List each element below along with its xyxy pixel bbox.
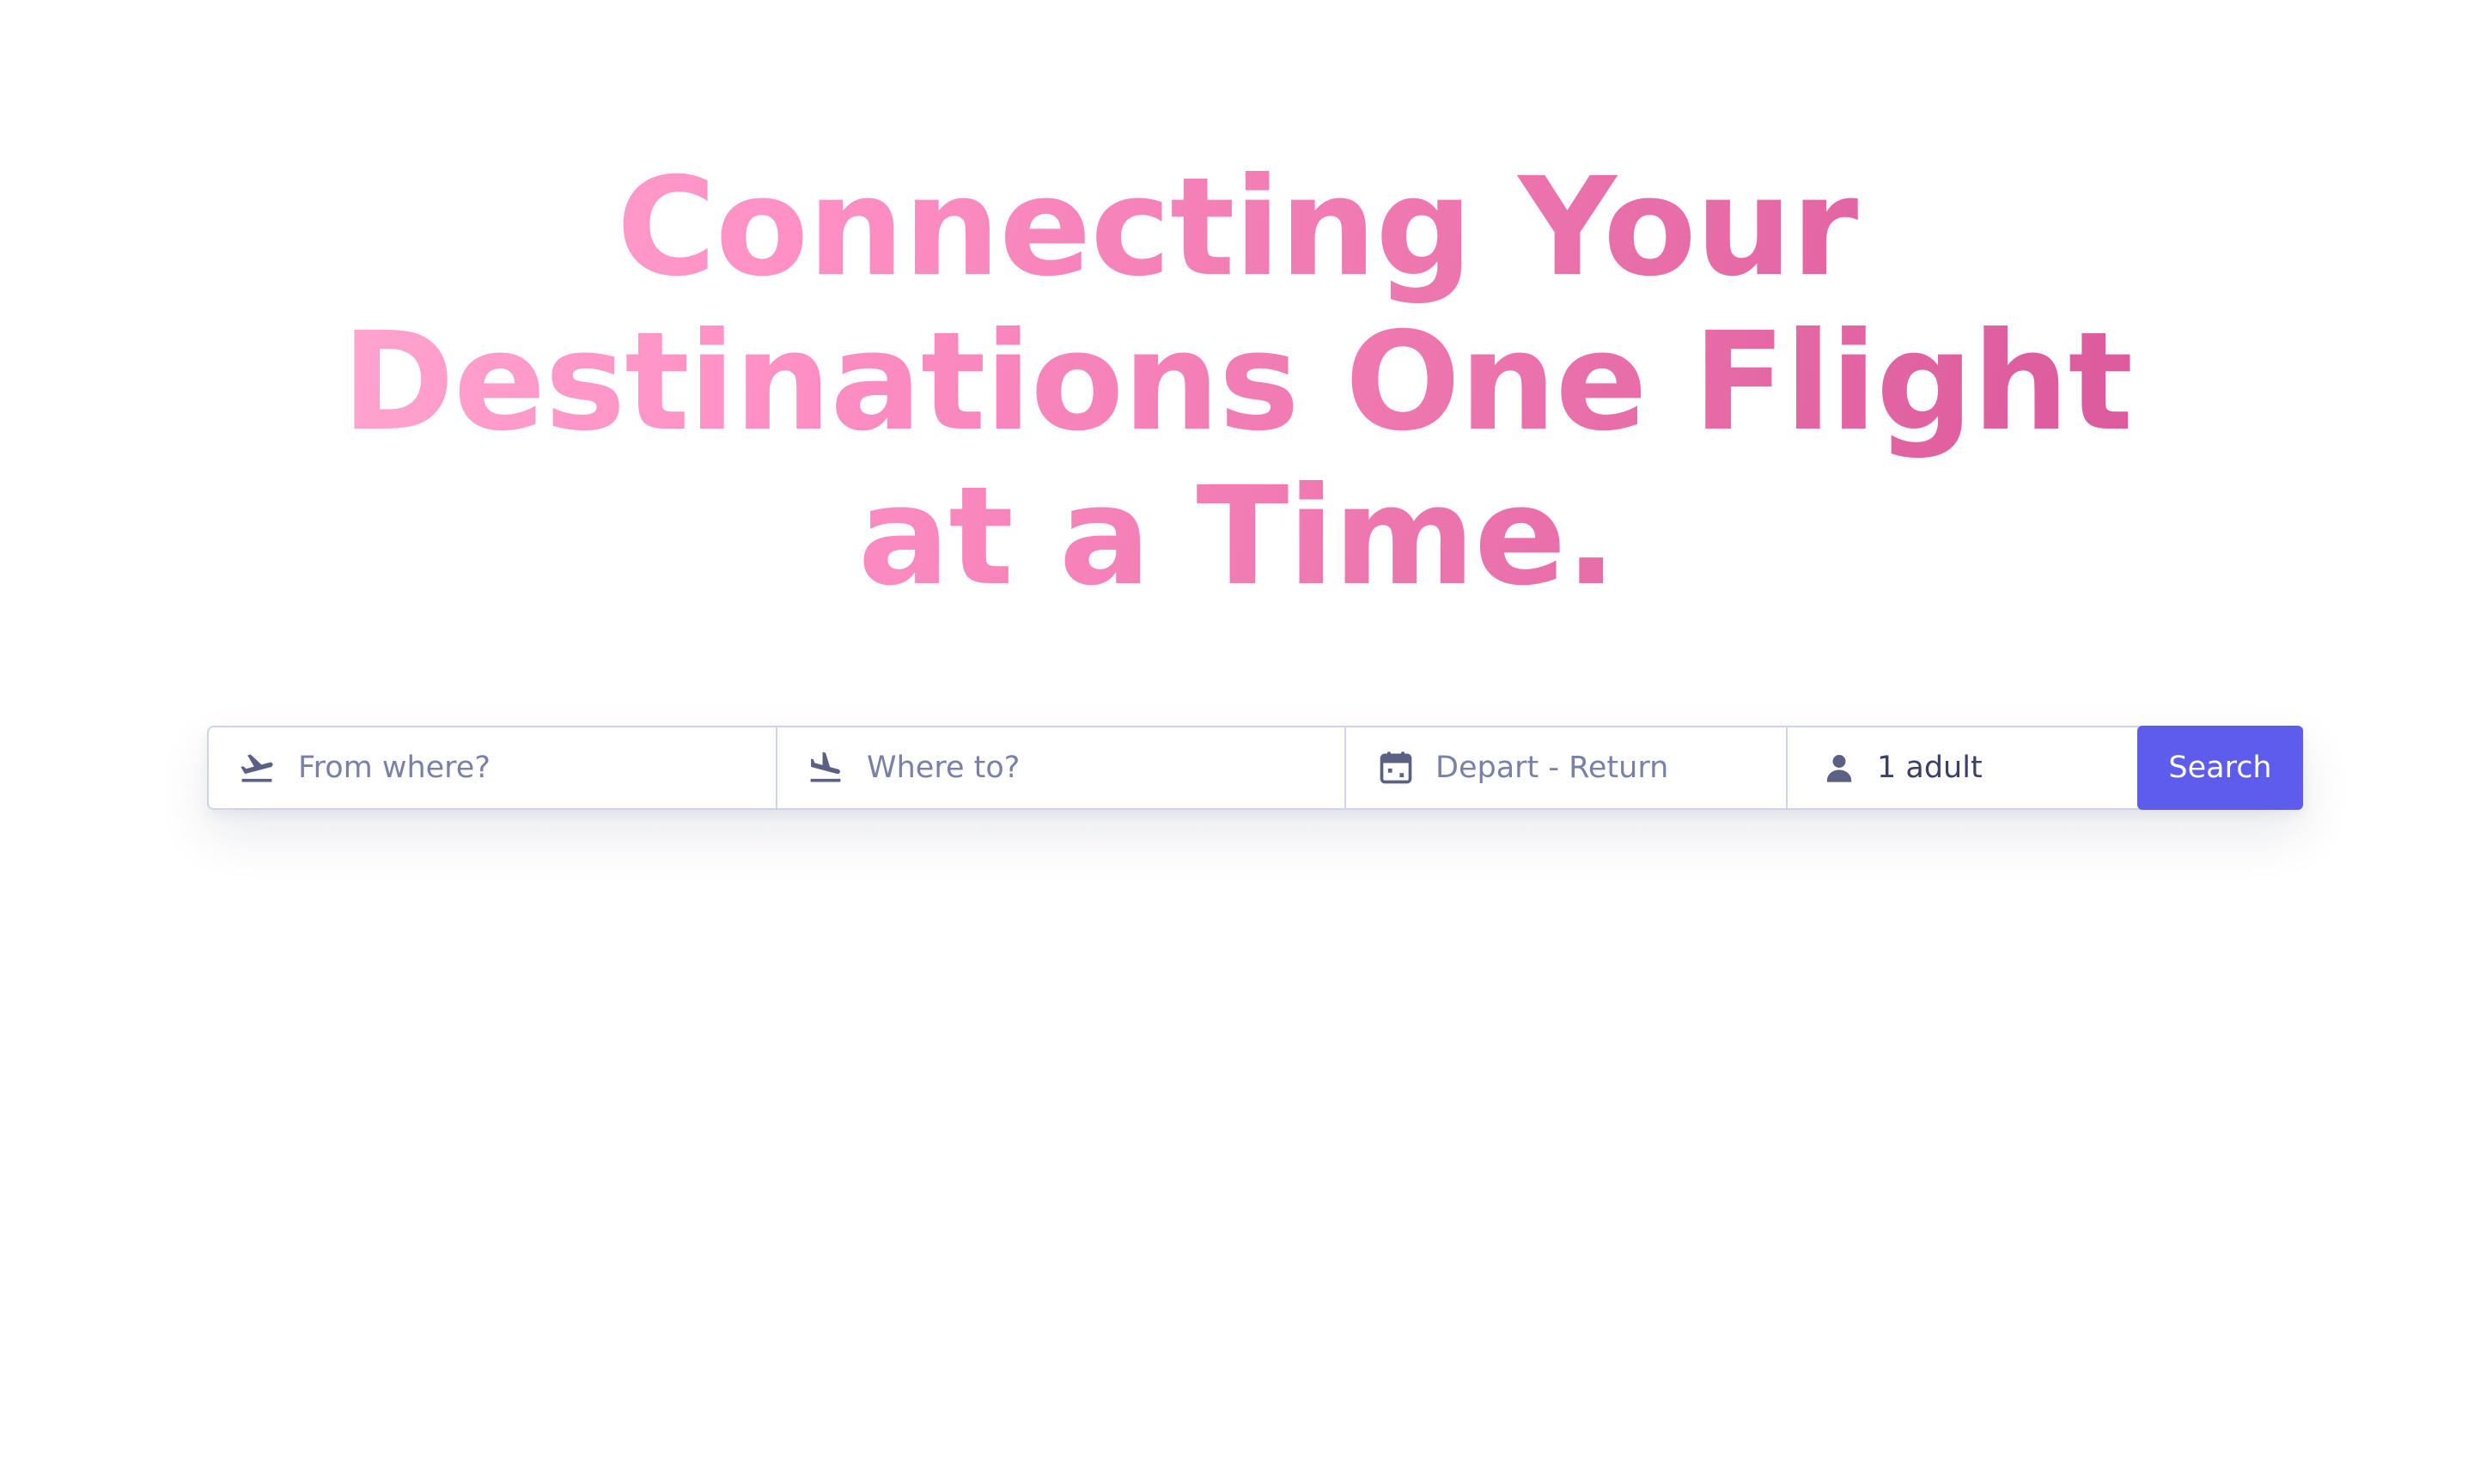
from-field[interactable] [209,727,777,808]
plane-landing-icon [807,749,844,787]
dates-input[interactable] [1435,727,1772,808]
page: Connecting Your Destinations One Flight … [0,0,2474,1484]
hero-title-line-2: Destinations One Flight [341,303,2133,461]
hero-title-line-3: at a Time. [857,458,1617,616]
flight-search-bar: Search [207,726,2303,810]
travellers-field[interactable] [1788,727,2137,808]
plane-takeoff-icon [238,749,276,787]
dates-field[interactable] [1346,727,1788,808]
to-input[interactable] [867,727,1331,808]
hero-title-line-1: Connecting Your [616,149,1858,307]
travellers-input[interactable] [1877,727,2124,808]
calendar-icon [1377,749,1415,787]
from-input[interactable] [298,727,762,808]
to-field[interactable] [777,727,1346,808]
search-button[interactable]: Search [2137,726,2303,810]
hero-title: Connecting Your Destinations One Flight … [0,150,2474,614]
person-icon [1820,749,1858,787]
